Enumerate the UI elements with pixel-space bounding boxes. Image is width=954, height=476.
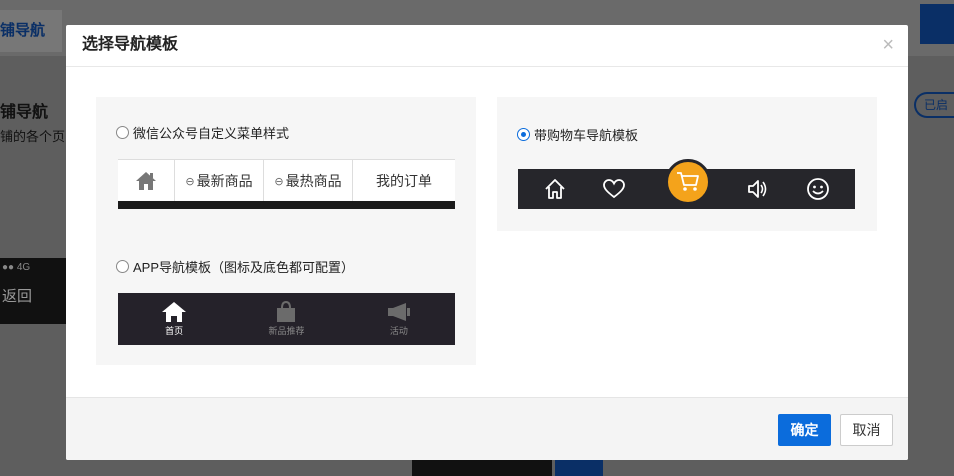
option-app-template-label: APP导航模板（图标及底色都可配置） (133, 260, 355, 275)
page-section-subtitle: 铺的各个页 (0, 129, 66, 144)
minus-circle-icon: ⊖ (185, 175, 195, 188)
home-icon (136, 172, 156, 190)
page-bottom-input (412, 460, 552, 476)
confirm-button[interactable]: 确定 (778, 414, 831, 446)
app-nav-item-label: 新品推荐 (268, 326, 305, 336)
dialog-title: 选择导航模板 (82, 36, 179, 53)
phone-signal-text: ●● 4G (2, 262, 31, 273)
heart-icon (602, 177, 626, 201)
page-bottom-button (555, 460, 603, 476)
radio-wechat-menu[interactable] (116, 126, 129, 139)
speaker-icon (746, 177, 770, 201)
template-panel-right: 带购物车导航模板 (497, 97, 877, 231)
option-wechat-menu[interactable]: 微信公众号自定义菜单样式 (116, 123, 289, 142)
wechat-menu-preview[interactable]: ⊖ 最新商品 ⊖ 最热商品 我的订单 (118, 159, 455, 202)
option-app-template[interactable]: APP导航模板（图标及底色都可配置） (116, 257, 354, 276)
megaphone-icon (387, 303, 410, 321)
template-panel-left: 微信公众号自定义菜单样式 ⊖ 最新商品 ⊖ 最热商品 我的订单 APP导航模板（… (96, 97, 476, 365)
radio-cart-template[interactable] (517, 128, 530, 141)
page-tab-store-nav: 铺导航 (0, 10, 62, 52)
page-bottom-controls (350, 460, 603, 476)
option-wechat-menu-label: 微信公众号自定义菜单样式 (133, 126, 290, 141)
select-nav-template-dialog: 选择导航模板 × 微信公众号自定义菜单样式 ⊖ 最新商品 ⊖ 最热商品 我的订单… (66, 25, 908, 460)
dialog-body: 微信公众号自定义菜单样式 ⊖ 最新商品 ⊖ 最热商品 我的订单 APP导航模板（… (66, 67, 908, 397)
page-section-title: 铺导航 (0, 104, 49, 121)
cart-nav-preview[interactable] (518, 159, 855, 209)
page-status-badge: 已启 (914, 92, 954, 118)
app-nav-preview[interactable]: 首页 新品推荐 活动 (118, 293, 455, 345)
app-nav-item-label: 活动 (389, 326, 408, 336)
home-icon (543, 177, 567, 201)
page-phone-preview: ●● 4G 返回 (0, 258, 66, 324)
close-icon[interactable]: × (882, 25, 894, 65)
cart-icon (677, 172, 699, 191)
wechat-menu-item-label: 最热商品 (285, 173, 342, 189)
cancel-button[interactable]: 取消 (840, 414, 893, 446)
app-nav-item: 首页 (118, 293, 230, 345)
minus-circle-icon: ⊖ (274, 175, 284, 188)
app-nav-item: 新品推荐 (230, 293, 342, 345)
page-header-button (920, 4, 954, 44)
wechat-menu-item: ⊖ 最新商品 (175, 160, 264, 202)
wechat-menu-item-label: 我的订单 (376, 173, 432, 189)
smile-icon (806, 177, 830, 201)
app-nav-item-label: 首页 (165, 326, 184, 336)
wechat-menu-item: 我的订单 (353, 160, 455, 202)
wechat-menu-item: ⊖ 最热商品 (264, 160, 353, 202)
option-cart-template-label: 带购物车导航模板 (534, 128, 639, 143)
dialog-footer: 确定 取消 (66, 397, 908, 460)
dialog-header: 选择导航模板 × (66, 25, 908, 67)
wechat-menu-item-label: 最新商品 (196, 173, 253, 189)
radio-app-template[interactable] (116, 260, 129, 273)
home-icon (162, 302, 187, 322)
wechat-home-cell (118, 160, 175, 202)
phone-back-text: 返回 (2, 288, 33, 305)
cart-center-button (665, 159, 711, 205)
wechat-preview-bottom (118, 201, 455, 209)
option-cart-template[interactable]: 带购物车导航模板 (517, 125, 638, 144)
shopping-bag-icon (277, 301, 296, 322)
app-nav-item: 活动 (343, 293, 455, 345)
